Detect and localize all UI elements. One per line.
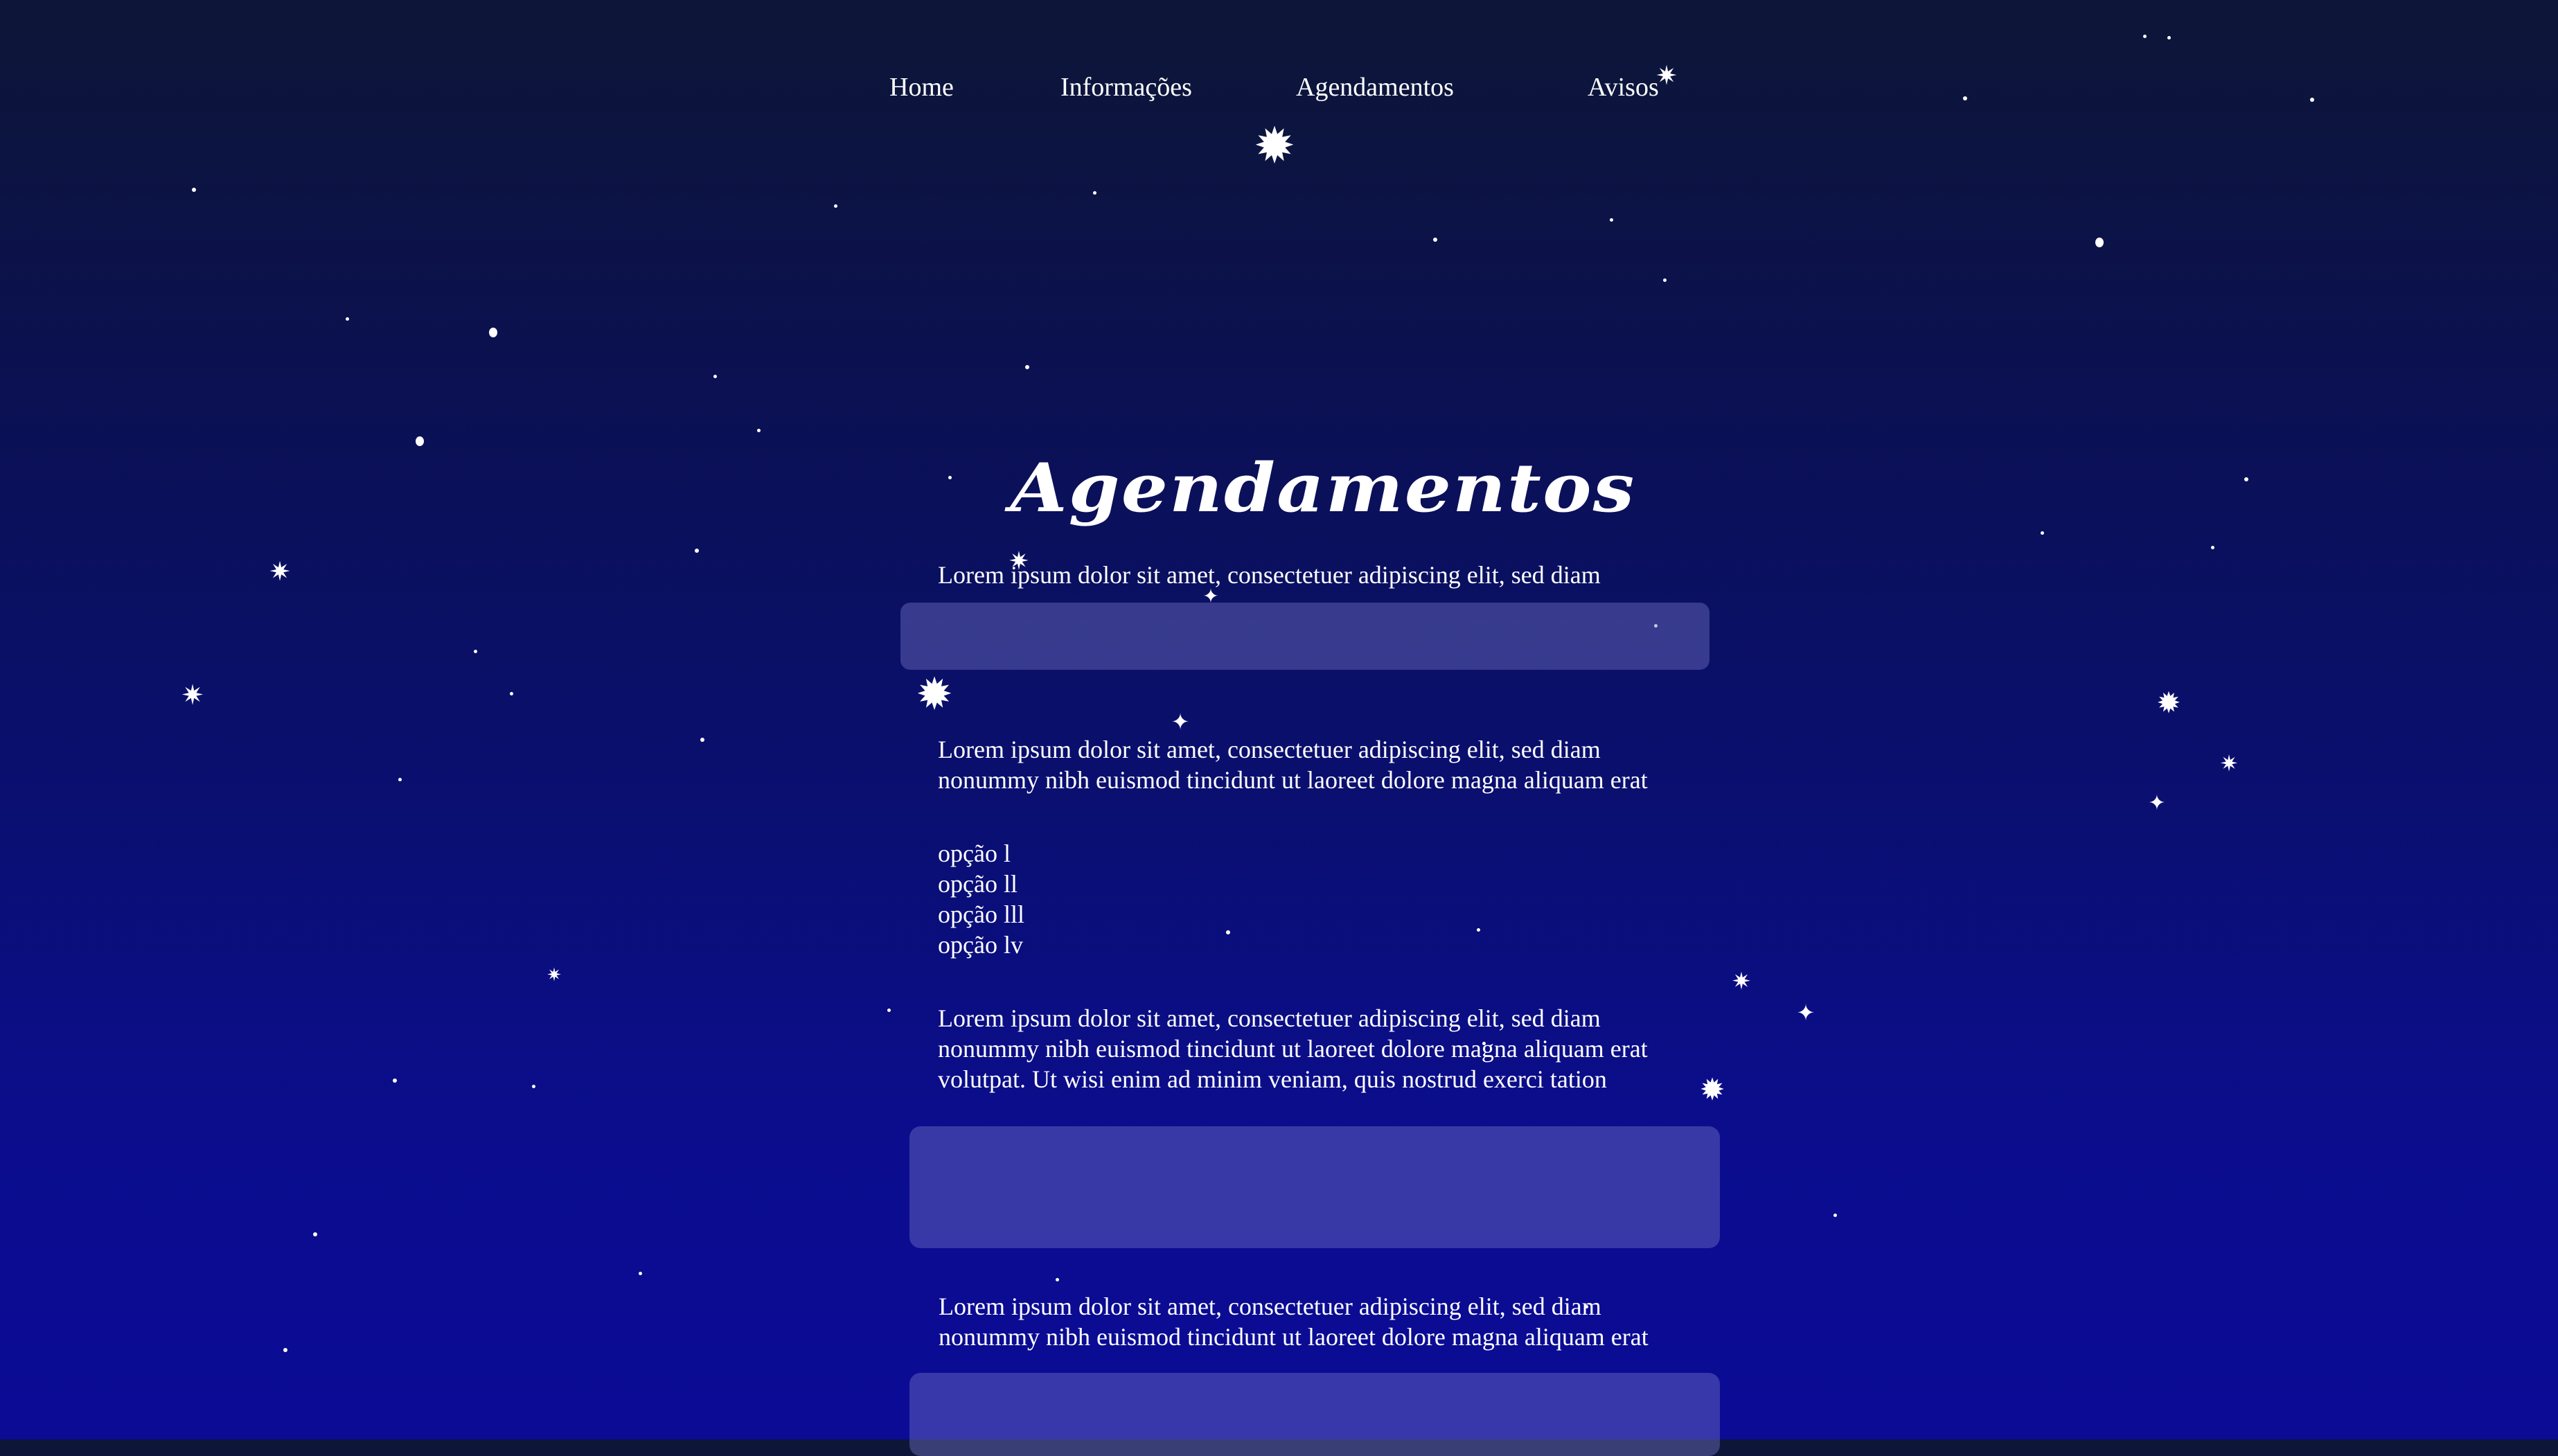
star-dot (695, 549, 699, 553)
options-list: opção l opção ll opção lll opção lv (938, 838, 1024, 960)
star-dot (638, 1271, 642, 1275)
star-dot (393, 1078, 397, 1083)
nav-home-link[interactable]: Home (889, 72, 954, 103)
star-sparkle: ✷ (181, 680, 204, 711)
star-sparkle: ✷ (2219, 751, 2239, 776)
star-dot (2040, 531, 2044, 535)
option-item-4[interactable]: opção lv (938, 930, 1024, 960)
star-dot (1476, 927, 1480, 932)
input-field-1[interactable] (900, 603, 1709, 670)
option-item-2[interactable]: opção ll (938, 869, 1024, 899)
star-dot (887, 1008, 891, 1012)
star-dot (2167, 35, 2171, 39)
star-sparkle: ✹ (916, 670, 953, 719)
star-sparkle: ✷ (547, 965, 562, 985)
star-sparkle: ✦ (2148, 792, 2166, 815)
star-dot (398, 777, 402, 781)
star-dot (489, 328, 497, 337)
star-dot (531, 1084, 535, 1088)
star-dot (1055, 1277, 1059, 1281)
star-dot (2210, 545, 2214, 549)
field-2-label: Lorem ipsum dolor sit amet, consectetuer… (938, 1004, 1648, 1093)
star-dot (700, 738, 704, 742)
option-item-1[interactable]: opção l (938, 838, 1024, 869)
star-dot (833, 204, 837, 208)
star-sparkle: ✦ (1171, 709, 1190, 734)
star-sparkle: ✷ (1731, 969, 1752, 995)
star-sparkle: ✹ (1699, 1073, 1725, 1107)
star-dot (1092, 190, 1096, 195)
star-dot (1662, 278, 1667, 282)
page-title: Agendamentos (1010, 449, 1636, 527)
star-dot (1833, 1213, 1837, 1217)
field-1-label: Lorem ipsum dolor sit amet, consectetuer… (938, 561, 1601, 589)
options-label: Lorem ipsum dolor sit amet, consectetuer… (938, 736, 1648, 794)
option-item-3[interactable]: opção lll (938, 899, 1024, 930)
textarea-field-3[interactable] (909, 1373, 1720, 1456)
star-dot (2142, 34, 2147, 38)
star-dot (1025, 365, 1029, 369)
star-dot (713, 374, 717, 378)
star-dot (1609, 217, 1613, 222)
main-nav: Home Informações Agendamentos Avisos (0, 72, 2558, 114)
star-dot (313, 1232, 317, 1236)
star-dot (192, 188, 196, 192)
nav-avisos-link[interactable]: Avisos (1588, 72, 1659, 103)
star-sparkle: ✦ (1796, 1000, 1815, 1025)
nav-informacoes-link[interactable]: Informações (1060, 72, 1192, 103)
nav-agendamentos-link[interactable]: Agendamentos (1296, 72, 1454, 103)
star-sparkle: ✷ (269, 558, 291, 587)
star-dot (1226, 930, 1230, 934)
star-sparkle: ✹ (1253, 118, 1296, 174)
field-3-label: Lorem ipsum dolor sit amet, consectetuer… (939, 1293, 1649, 1351)
star-dot (473, 649, 477, 653)
star-sparkle: ✹ (2156, 688, 2181, 720)
star-dot (756, 428, 761, 432)
star-dot (2095, 238, 2104, 247)
star-dot (509, 691, 513, 695)
star-dot (283, 1348, 287, 1352)
star-dot (345, 317, 349, 321)
textarea-field-2[interactable] (909, 1126, 1720, 1248)
star-dot (1433, 238, 1437, 242)
star-dot (416, 436, 424, 446)
